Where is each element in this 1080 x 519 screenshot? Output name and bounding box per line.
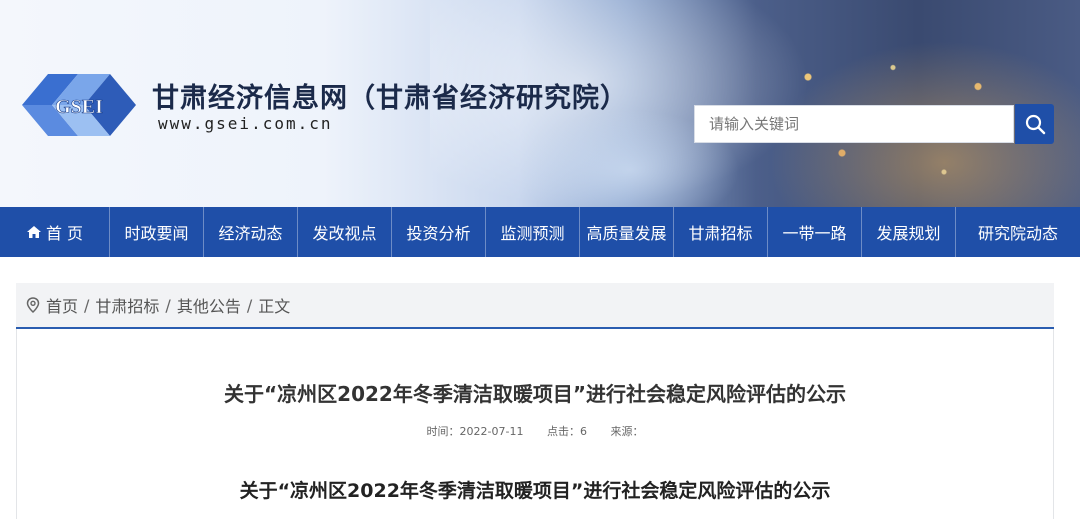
search-box (694, 105, 1014, 143)
nav-belt-and-road[interactable]: 一带一路 (768, 207, 862, 257)
main-nav: 首 页 时政要闻 经济动态 发改视点 投资分析 监测预测 高质量发展 甘肃招标 … (0, 207, 1080, 257)
article-body-title: 关于“凉州区2022年冬季清洁取暖项目”进行社会稳定风险评估的公示 (239, 480, 831, 502)
nav-label: 投资分析 (406, 224, 471, 243)
nav-label: 监测预测 (500, 224, 565, 243)
breadcrumb-separator: / (246, 295, 253, 315)
article-source: 来源： (610, 425, 644, 438)
breadcrumb-current: 正文 (258, 297, 291, 316)
nav-gansu-tender[interactable]: 甘肃招标 (674, 207, 768, 257)
article-meta: 时间：2022-07-11 点击：6 来源： (17, 423, 1053, 439)
nav-investment-analysis[interactable]: 投资分析 (392, 207, 486, 257)
nav-home[interactable]: 首 页 (0, 207, 110, 257)
search-button[interactable] (1015, 104, 1054, 144)
home-icon (26, 225, 42, 239)
nav-label: 发展规划 (876, 224, 941, 243)
logo-text: GSEI (55, 96, 103, 118)
nav-label: 甘肃招标 (688, 224, 753, 243)
nav-label: 经济动态 (218, 224, 283, 243)
site-url[interactable]: www.gsei.com.cn (158, 114, 333, 133)
breadcrumb-other-notices-link[interactable]: 其他公告 (177, 293, 241, 317)
nav-label: 发改视点 (312, 224, 377, 243)
site-title: 甘肃经济信息网（甘肃省经济研究院） (152, 83, 628, 114)
breadcrumb-gansu-tender-link[interactable]: 甘肃招标 (95, 293, 159, 317)
article-time: 时间：2022-07-11 (426, 425, 524, 438)
article-clicks: 点击：6 (546, 425, 587, 438)
nav-politics-news[interactable]: 时政要闻 (110, 207, 204, 257)
nav-label: 时政要闻 (124, 224, 189, 243)
gsei-logo[interactable]: GSEI (18, 68, 140, 142)
search-icon (1025, 114, 1045, 135)
nav-label: 研究院动态 (977, 224, 1058, 243)
nav-label: 高质量发展 (586, 224, 667, 243)
breadcrumb-home-link[interactable]: 首页 (46, 293, 78, 317)
nav-label: 一带一路 (782, 224, 847, 243)
breadcrumb: 首页 / 甘肃招标 / 其他公告 / 正文 (16, 283, 1054, 329)
nav-monitoring-forecast[interactable]: 监测预测 (486, 207, 580, 257)
nav-reform-viewpoint[interactable]: 发改视点 (298, 207, 392, 257)
site-header: GSEI 甘肃经济信息网（甘肃省经济研究院） www.gsei.com.cn (0, 0, 1080, 207)
search-input[interactable] (695, 106, 1013, 142)
article-panel: 关于“凉州区2022年冬季清洁取暖项目”进行社会稳定风险评估的公示 时间：202… (16, 329, 1054, 519)
nav-development-planning[interactable]: 发展规划 (862, 207, 956, 257)
nav-high-quality-development[interactable]: 高质量发展 (580, 207, 674, 257)
breadcrumb-separator: / (165, 295, 171, 315)
location-pin-icon (26, 297, 40, 313)
breadcrumb-separator: / (84, 295, 90, 315)
nav-home-label: 首 页 (45, 224, 84, 243)
article-title: 关于“凉州区2022年冬季清洁取暖项目”进行社会稳定风险评估的公示 (224, 382, 846, 406)
nav-economic-news[interactable]: 经济动态 (204, 207, 298, 257)
nav-institute-news[interactable]: 研究院动态 (956, 207, 1080, 257)
